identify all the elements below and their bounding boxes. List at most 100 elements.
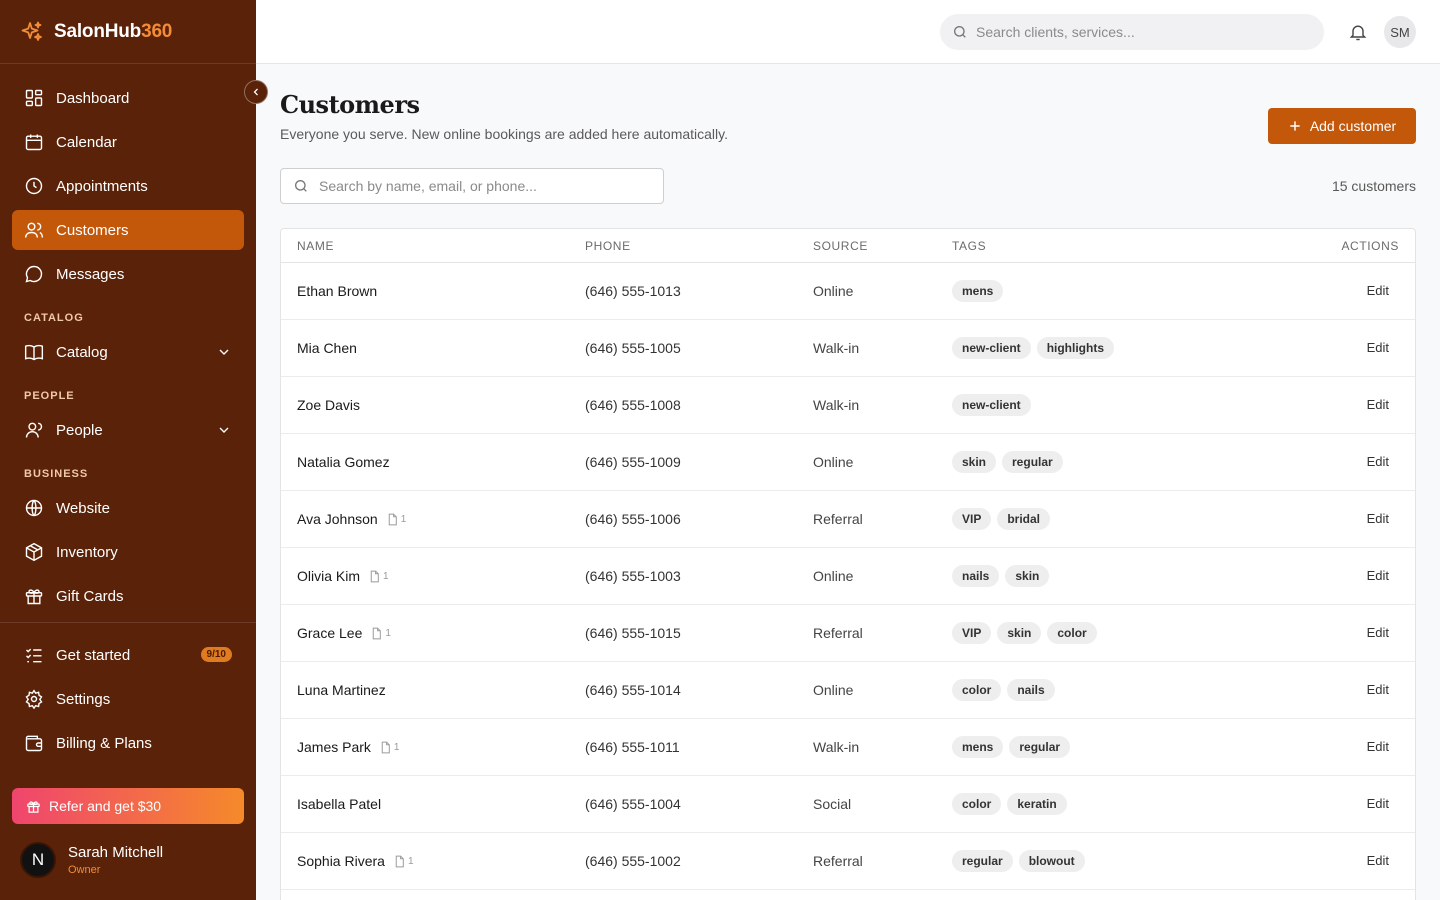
- table-row[interactable]: Natalia Gomez (646) 555-1009 Online skin reg…: [281, 434, 1415, 491]
- document-icon: [381, 741, 390, 753]
- column-header-phone[interactable]: PHONE: [585, 239, 631, 253]
- tag-chip: skin: [952, 451, 997, 473]
- globe-icon: [25, 499, 43, 517]
- customer-search[interactable]: [280, 168, 664, 204]
- sidebar-item-label: Billing & Plans: [56, 734, 152, 752]
- customer-tags: new-client highlights: [952, 337, 1120, 359]
- document-icon: [395, 855, 404, 867]
- customer-phone: (646) 555-1011: [585, 739, 680, 755]
- table-row[interactable]: Olivia Kim 1 (646) 555-1003 Online nails skin…: [281, 548, 1415, 605]
- book-icon: [24, 344, 44, 361]
- customer-tags: VIP bridal: [952, 508, 1056, 530]
- bell-icon[interactable]: [1348, 22, 1368, 42]
- column-header-actions: ACTIONS: [1341, 239, 1399, 253]
- sidebar-item-appointments[interactable]: Appointments: [12, 166, 244, 206]
- sidebar-item-catalog[interactable]: Catalog: [12, 332, 244, 372]
- table-row[interactable]: Ava Johnson 1 (646) 555-1006 Referral VIP bri…: [281, 491, 1415, 548]
- table-row[interactable]: Sophia Rivera 1 (646) 555-1002 Referral regu…: [281, 833, 1415, 890]
- sidebar-item-label: Messages: [56, 265, 125, 283]
- customer-name[interactable]: Isabella Patel: [297, 796, 381, 812]
- edit-button[interactable]: Edit: [1367, 397, 1389, 412]
- sidebar-item-messages[interactable]: Messages: [12, 254, 244, 294]
- sidebar-item-customers[interactable]: Customers: [12, 210, 244, 250]
- customer-name[interactable]: Zoe Davis: [297, 397, 360, 413]
- customer-tags: mens: [952, 280, 1009, 302]
- edit-button[interactable]: Edit: [1367, 682, 1389, 697]
- sidebar-item-billing[interactable]: Billing & Plans: [12, 723, 244, 763]
- sidebar-item-label: Calendar: [56, 133, 117, 151]
- customers-table: NAME PHONE SOURCE TAGS ACTIONS Ethan Bro…: [280, 228, 1416, 900]
- customer-name[interactable]: Ava Johnson: [297, 511, 378, 527]
- customer-name[interactable]: Luna Martinez: [297, 682, 386, 698]
- users-icon: [24, 222, 44, 238]
- edit-button[interactable]: Edit: [1367, 454, 1389, 469]
- edit-button[interactable]: Edit: [1367, 568, 1389, 583]
- global-search[interactable]: [940, 14, 1324, 50]
- sidebar-item-gift-cards[interactable]: Gift Cards: [12, 576, 244, 616]
- edit-button[interactable]: Edit: [1367, 796, 1389, 811]
- add-customer-label: Add customer: [1309, 118, 1397, 134]
- edit-button[interactable]: Edit: [1367, 853, 1389, 868]
- sidebar-item-calendar[interactable]: Calendar: [12, 122, 244, 162]
- edit-button[interactable]: Edit: [1367, 739, 1389, 754]
- customer-name-cell: Isabella Patel: [297, 796, 381, 812]
- sidebar-item-people[interactable]: People: [12, 410, 244, 450]
- sidebar-item-get-started[interactable]: Get started 9/10: [12, 635, 244, 675]
- sidebar-item-website[interactable]: Website: [12, 488, 244, 528]
- edit-button[interactable]: Edit: [1367, 625, 1389, 640]
- customer-name-cell: Sophia Rivera 1: [297, 853, 414, 869]
- table-row[interactable]: Zoe Davis (646) 555-1008 Walk-in new-client…: [281, 377, 1415, 434]
- customer-phone: (646) 555-1013: [585, 283, 681, 299]
- box-icon: [25, 542, 43, 562]
- column-header-name[interactable]: NAME: [297, 239, 334, 253]
- edit-button[interactable]: Edit: [1367, 511, 1389, 526]
- brand[interactable]: SalonHub360: [0, 0, 256, 64]
- add-customer-button[interactable]: Add customer: [1268, 108, 1416, 144]
- customer-tags: mens regular: [952, 736, 1076, 758]
- sidebar-item-dashboard[interactable]: Dashboard: [12, 78, 244, 118]
- table-row[interactable]: James Park 1 (646) 555-1011 Walk-in mens regu…: [281, 719, 1415, 776]
- customer-tags: VIP skin color: [952, 622, 1103, 644]
- customer-name[interactable]: Grace Lee: [297, 625, 362, 641]
- tag-chip: regular: [1009, 736, 1071, 758]
- notes-count: 1: [400, 513, 407, 525]
- sidebar-item-label: Catalog: [56, 343, 108, 361]
- sidebar-item-inventory[interactable]: Inventory: [12, 532, 244, 572]
- customer-search-input[interactable]: [319, 178, 649, 194]
- customer-name[interactable]: Ethan Brown: [297, 283, 377, 299]
- user-role: Owner: [68, 864, 101, 876]
- page-subtitle: Everyone you serve. New online bookings …: [280, 126, 728, 142]
- table-row[interactable]: Grace Lee 1 (646) 555-1015 Referral VIP skin c…: [281, 605, 1415, 662]
- tag-chip: highlights: [1036, 337, 1115, 359]
- customer-name[interactable]: Mia Chen: [297, 340, 357, 356]
- customer-name[interactable]: Natalia Gomez: [297, 454, 390, 470]
- tag-chip: skin: [1005, 565, 1050, 587]
- customer-source: Online: [813, 283, 854, 299]
- sidebar: SalonHub360 Dashboard Calendar Appointme…: [0, 0, 256, 900]
- customer-name[interactable]: Sophia Rivera: [297, 853, 385, 869]
- edit-button[interactable]: Edit: [1367, 283, 1389, 298]
- tag-chip: new-client: [952, 337, 1031, 359]
- customer-phone: (646) 555-1014: [585, 682, 681, 698]
- customer-name[interactable]: James Park: [297, 739, 371, 755]
- collapse-sidebar-button[interactable]: [244, 80, 268, 104]
- table-row[interactable]: Isabella Patel (646) 555-1004 Social color k…: [281, 776, 1415, 833]
- tag-chip: mens: [952, 736, 1004, 758]
- calendar-icon: [25, 134, 43, 151]
- edit-button[interactable]: Edit: [1367, 340, 1389, 355]
- table-row[interactable]: Ethan Brown (646) 555-1013 Online mens Edit: [281, 263, 1415, 320]
- global-search-input[interactable]: [976, 24, 1306, 40]
- user-avatar[interactable]: SM: [1384, 16, 1416, 48]
- table-row[interactable]: Mia Chen (646) 555-1005 Walk-in new-client h…: [281, 320, 1415, 377]
- notes-count: 1: [385, 627, 391, 639]
- table-row[interactable]: Luna Martinez (646) 555-1014 Online color na…: [281, 662, 1415, 719]
- tag-chip: color: [1047, 622, 1097, 644]
- column-header-source[interactable]: SOURCE: [813, 239, 868, 253]
- bottom-nav: Get started 9/10 Settings Billing & Plan…: [0, 623, 256, 763]
- user-profile[interactable]: N Sarah Mitchell Owner: [20, 842, 163, 878]
- sidebar-item-settings[interactable]: Settings: [12, 679, 244, 719]
- tag-chip: new-client: [952, 394, 1031, 416]
- refer-button[interactable]: Refer and get $30: [12, 788, 244, 824]
- message-icon: [25, 265, 43, 283]
- customer-name[interactable]: Olivia Kim: [297, 568, 360, 584]
